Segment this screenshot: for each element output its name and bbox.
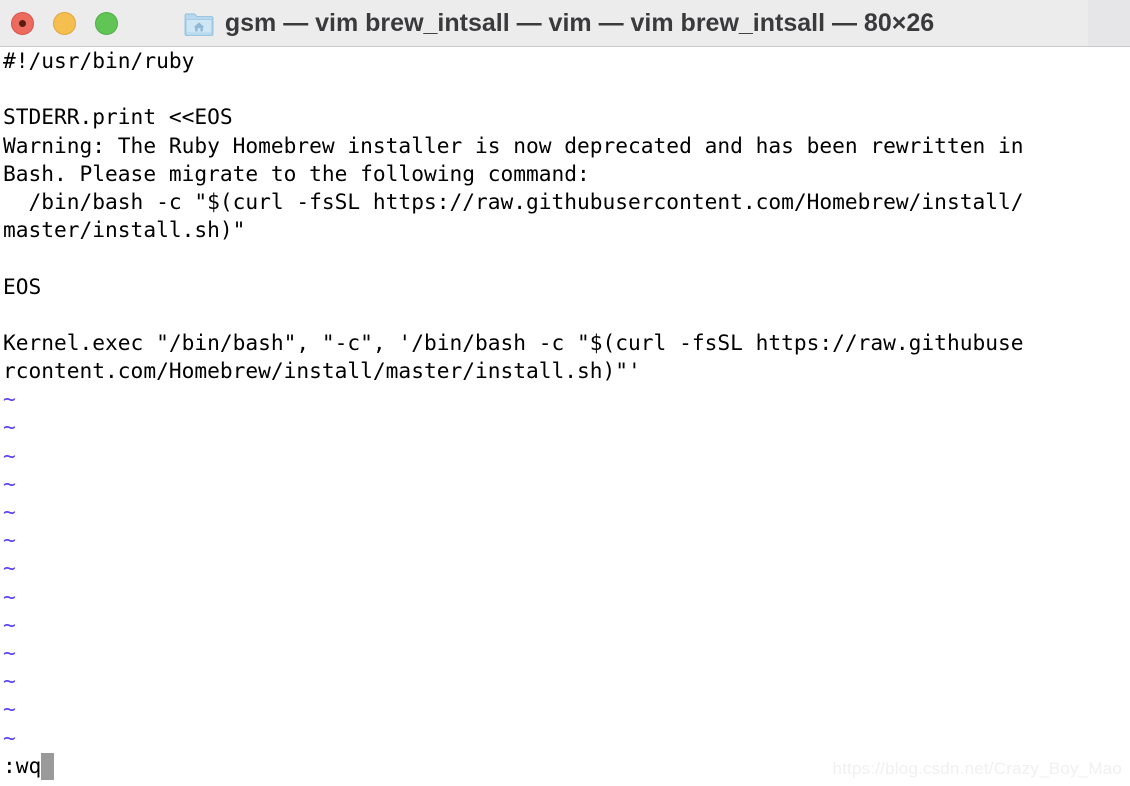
terminal-line: Warning: The Ruby Homebrew installer is … — [3, 132, 1024, 158]
titlebar-shade — [1088, 0, 1130, 46]
maximize-button[interactable] — [95, 12, 118, 35]
empty-line-marker: ~ — [3, 611, 16, 637]
vim-command-text: :wq — [3, 753, 42, 778]
terminal-line: STDERR.print <<EOS — [3, 104, 233, 130]
minimize-button[interactable] — [53, 12, 76, 35]
empty-line-marker: ~ — [3, 499, 16, 524]
folder-home-icon — [184, 13, 214, 36]
terminal-line: rcontent.com/Homebrew/install/master/ins… — [3, 358, 641, 384]
terminal-line: EOS — [3, 273, 42, 299]
titlebar-title-area: gsm — vim brew_intsall — vim — vim brew_… — [0, 0, 1130, 46]
text-cursor — [41, 752, 55, 780]
terminal-pane[interactable]: #!/usr/bin/ruby STDERR.print <<EOS Warni… — [0, 47, 1130, 786]
window-title: gsm — vim brew_intsall — vim — vim brew_… — [224, 9, 935, 37]
close-button[interactable] — [11, 12, 34, 35]
empty-line-marker: ~ — [3, 470, 16, 496]
terminal-line: #!/usr/bin/ruby — [3, 48, 195, 73]
empty-line-marker: ~ — [3, 724, 16, 750]
empty-line-marker: ~ — [3, 527, 16, 553]
terminal-line: master/install.sh)" — [3, 217, 246, 243]
terminal-line: /bin/bash -c "$(curl -fsSL https://raw.g… — [3, 188, 1024, 214]
watermark-text: https://blog.csdn.net/Crazy_Boy_Mao — [832, 759, 1122, 778]
empty-line-marker: ~ — [3, 639, 16, 665]
empty-line-marker: ~ — [3, 696, 16, 722]
empty-line-marker: ~ — [3, 583, 16, 609]
empty-line-marker: ~ — [3, 555, 16, 581]
window-controls — [11, 0, 118, 46]
window-titlebar[interactable]: gsm — vim brew_intsall — vim — vim brew_… — [0, 0, 1130, 47]
terminal-line: Bash. Please migrate to the following co… — [3, 160, 590, 186]
empty-line-marker: ~ — [3, 386, 16, 412]
terminal-text-buffer: #!/usr/bin/ruby STDERR.print <<EOS Warni… — [3, 47, 1130, 752]
empty-line-marker: ~ — [3, 668, 16, 694]
empty-line-marker: ~ — [3, 414, 16, 440]
empty-line-marker: ~ — [3, 442, 16, 468]
vim-command-line[interactable]: :wq — [3, 752, 55, 780]
terminal-line: Kernel.exec "/bin/bash", "-c", '/bin/bas… — [3, 329, 1024, 355]
